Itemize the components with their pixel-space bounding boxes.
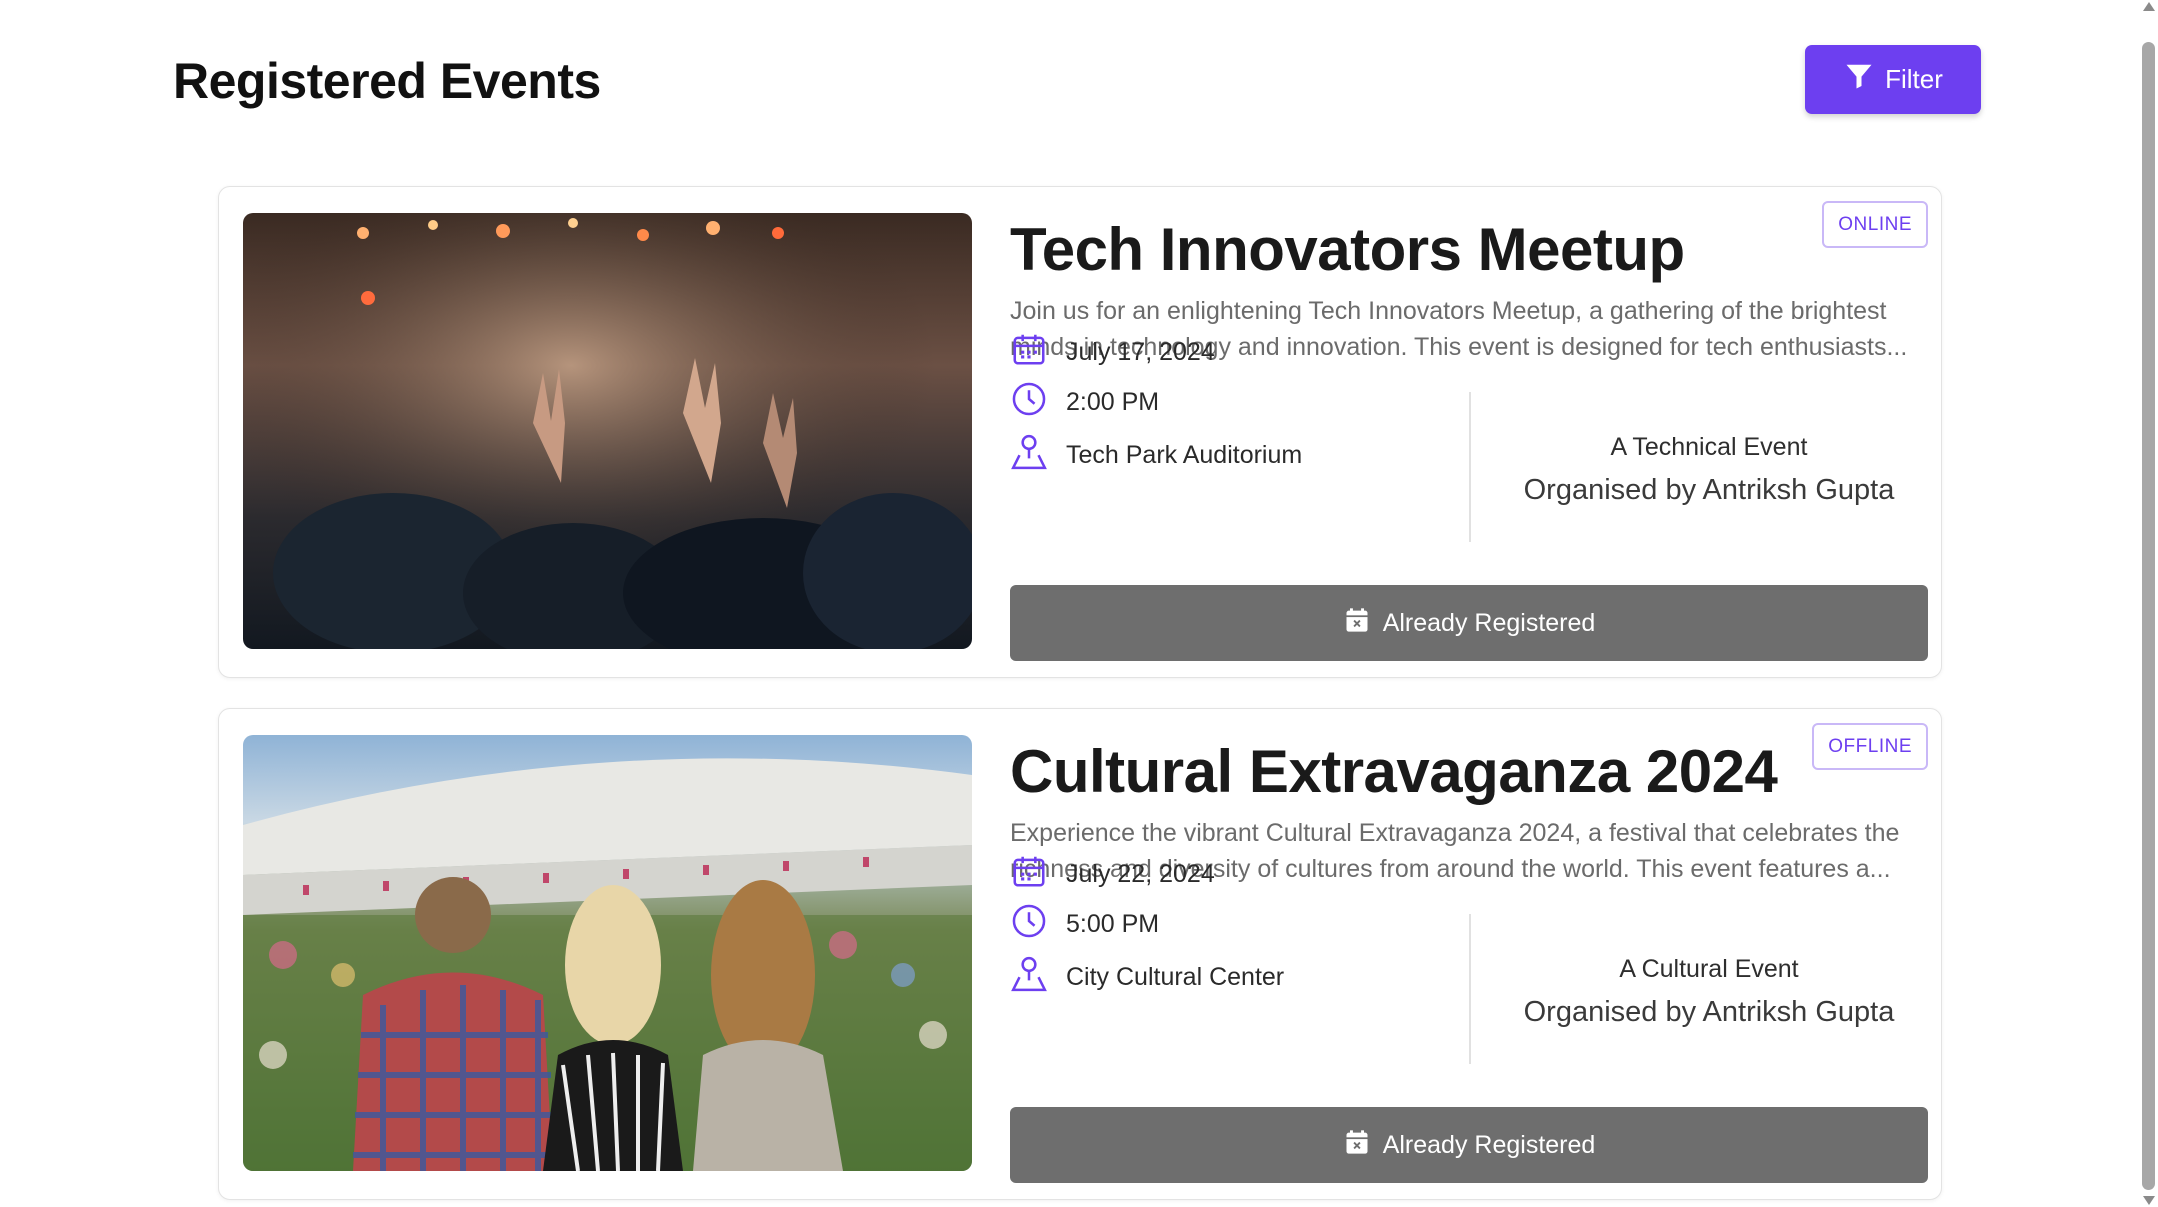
event-image-concert: [243, 213, 972, 649]
scroll-up-icon[interactable]: [2143, 2, 2155, 11]
event-date-text: July 17, 2024: [1066, 338, 1215, 366]
event-card[interactable]: OFFLINE Cultural Extravaganza 2024 Exper…: [218, 708, 1942, 1200]
event-date: July 22, 2024: [1010, 852, 1215, 897]
already-registered-button[interactable]: Already Registered: [1010, 1107, 1928, 1183]
event-title[interactable]: Cultural Extravaganza 2024: [1010, 737, 1778, 806]
event-organiser: Organised by Antriksh Gupta: [1523, 474, 1895, 506]
clock-icon: [1010, 902, 1048, 947]
event-category: A Cultural Event: [1619, 955, 1799, 983]
event-venue-text: Tech Park Auditorium: [1066, 441, 1303, 469]
clock-icon: [1010, 380, 1048, 425]
filter-icon: [1843, 61, 1875, 98]
filter-button[interactable]: Filter: [1805, 45, 1981, 114]
event-organiser-block: A Cultural Event Organised by Antriksh G…: [1479, 951, 1939, 1037]
divider: [1469, 914, 1471, 1064]
event-image-festival: [243, 735, 972, 1171]
event-category: A Technical Event: [1610, 433, 1808, 461]
scrollbar[interactable]: [2139, 0, 2158, 1207]
calendar-icon: [1010, 852, 1048, 897]
calendar-icon: [1010, 330, 1048, 375]
event-organiser-block: A Technical Event Organised by Antriksh …: [1479, 429, 1939, 515]
already-registered-label: Already Registered: [1382, 608, 1596, 637]
location-icon: [1010, 433, 1048, 478]
calendar-x-icon: [1343, 1127, 1371, 1164]
event-time: 5:00 PM: [1010, 902, 1159, 947]
event-date: July 17, 2024: [1010, 330, 1215, 375]
scroll-down-icon[interactable]: [2143, 1196, 2155, 1205]
calendar-x-icon: [1343, 605, 1371, 642]
event-mode-badge: OFFLINE: [1812, 723, 1928, 770]
event-card[interactable]: ONLINE Tech Innovators Meetup Join us fo…: [218, 186, 1942, 678]
scrollbar-thumb[interactable]: [2142, 42, 2155, 1190]
event-time-text: 5:00 PM: [1066, 910, 1160, 938]
page-title: Registered Events: [173, 53, 601, 109]
event-venue-text: City Cultural Center: [1066, 963, 1285, 991]
event-time-text: 2:00 PM: [1066, 388, 1160, 416]
already-registered-label: Already Registered: [1382, 1130, 1596, 1159]
event-venue: City Cultural Center: [1010, 955, 1284, 1000]
filter-button-label: Filter: [1885, 64, 1943, 94]
event-title[interactable]: Tech Innovators Meetup: [1010, 215, 1685, 284]
event-organiser: Organised by Antriksh Gupta: [1523, 996, 1895, 1028]
event-venue: Tech Park Auditorium: [1010, 433, 1302, 478]
already-registered-button[interactable]: Already Registered: [1010, 585, 1928, 661]
event-mode-badge: ONLINE: [1822, 201, 1928, 248]
divider: [1469, 392, 1471, 542]
event-time: 2:00 PM: [1010, 380, 1159, 425]
event-date-text: July 22, 2024: [1066, 860, 1215, 888]
location-icon: [1010, 955, 1048, 1000]
